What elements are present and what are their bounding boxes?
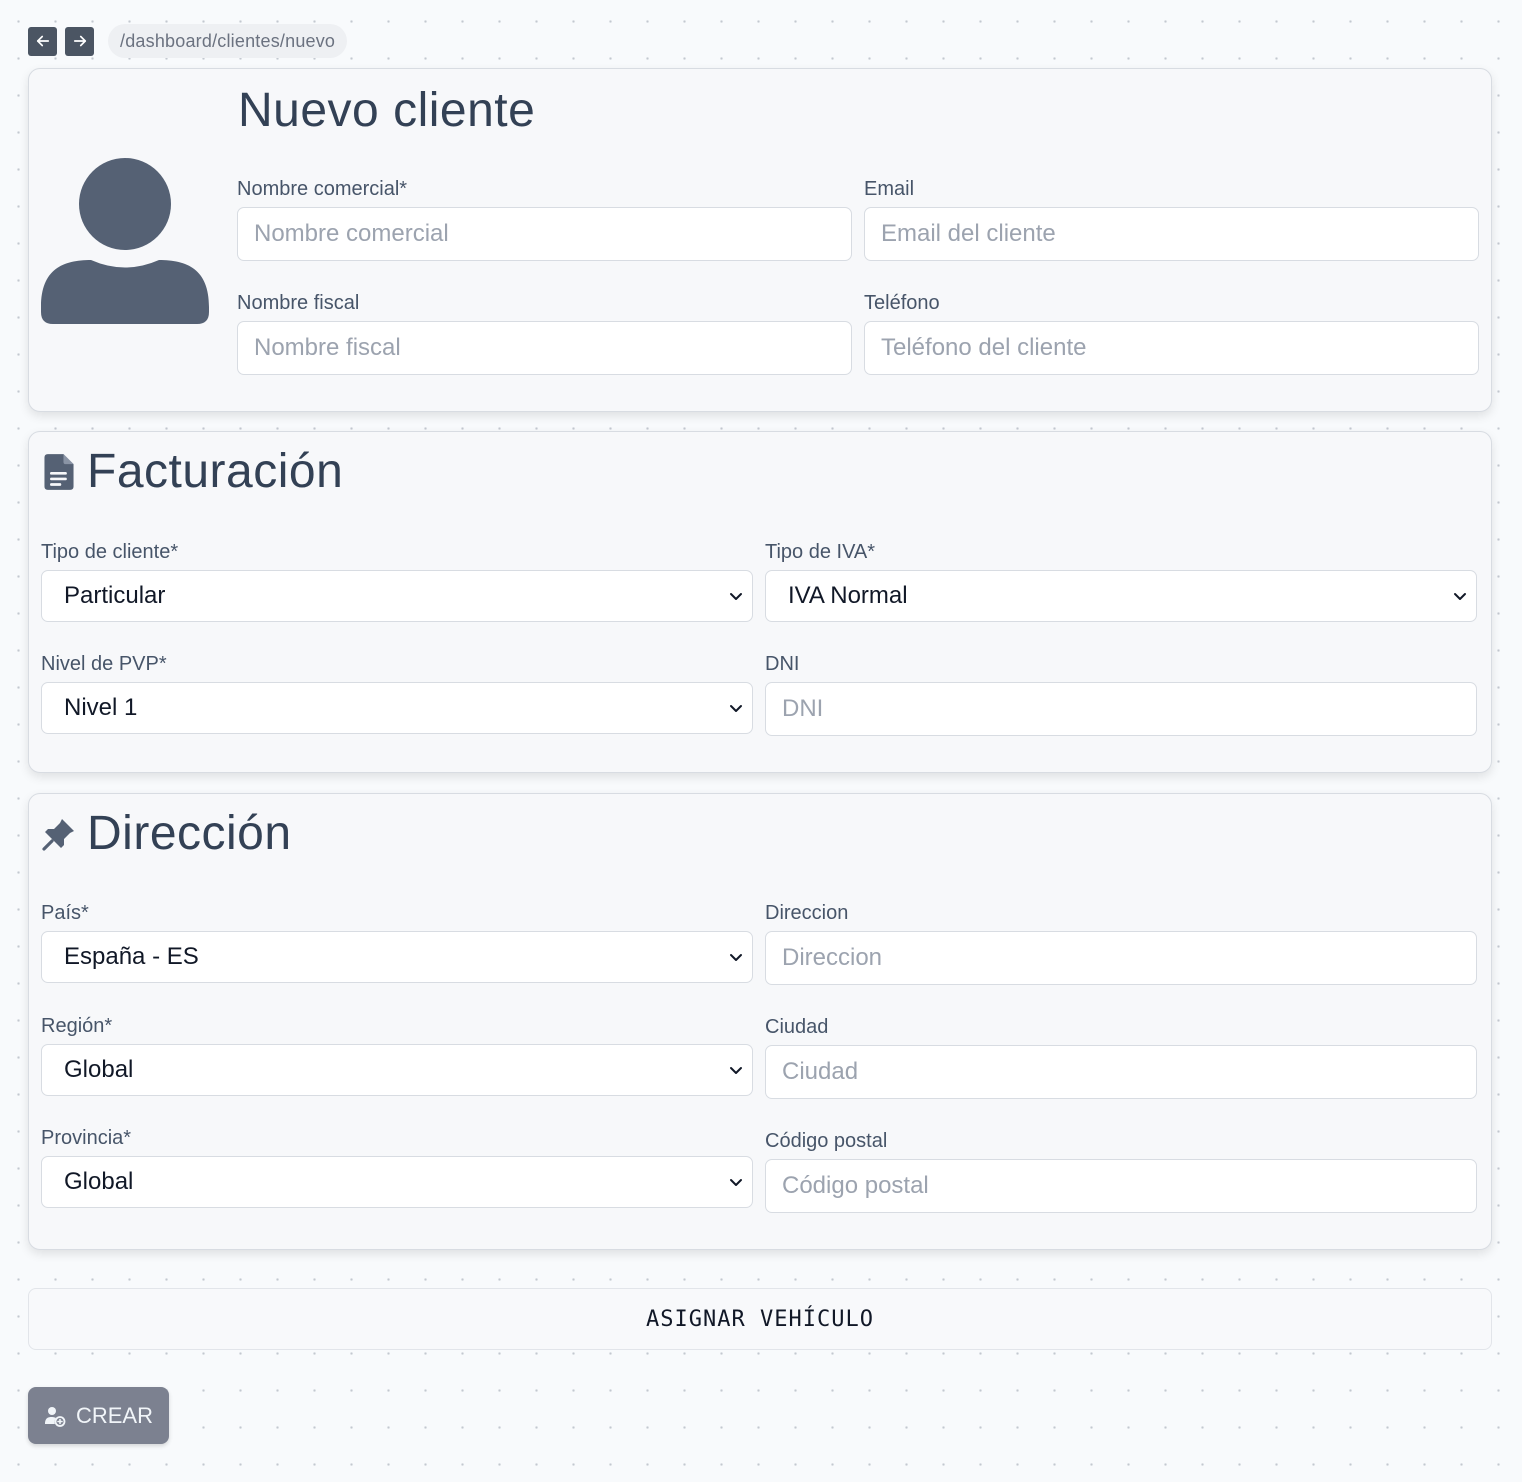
assign-vehicle-label: ASIGNAR VEHÍCULO (646, 1306, 874, 1332)
codigo-postal-group: Código postal (765, 1129, 1477, 1213)
dni-group: DNI (765, 652, 1477, 736)
top-navigation: /dashboard/clientes/nuevo (28, 24, 348, 58)
nombre-fiscal-label: Nombre fiscal (237, 292, 360, 314)
dni-label: DNI (765, 653, 800, 675)
provincia-value: Global (64, 1168, 134, 1195)
address-section-title: Dirección (41, 806, 292, 861)
nombre-comercial-input[interactable] (237, 207, 852, 261)
page-title: Nuevo cliente (238, 84, 536, 137)
user-add-icon (44, 1406, 66, 1427)
nivel-pvp-group: Nivel de PVP* Nivel 1 (41, 652, 753, 734)
nivel-pvp-value: Nivel 1 (64, 694, 138, 721)
chevron-down-icon (1454, 593, 1466, 600)
nombre-comercial-label: Nombre comercial* (237, 178, 408, 200)
provincia-select[interactable]: Global (41, 1156, 753, 1208)
email-label: Email (864, 178, 915, 200)
provincia-group: Provincia* Global (41, 1126, 753, 1208)
ciudad-label: Ciudad (765, 1016, 829, 1038)
create-label: CREAR (75, 1402, 153, 1428)
document-icon (41, 452, 77, 492)
create-button[interactable]: CREAR (28, 1387, 169, 1444)
ciudad-group: Ciudad (765, 1015, 1477, 1099)
email-input[interactable] (864, 207, 1479, 261)
arrow-right-icon (73, 35, 86, 47)
telefono-group: Teléfono (864, 291, 1479, 375)
user-avatar-icon (41, 157, 209, 325)
breadcrumb-path: /dashboard/clientes/nuevo (108, 24, 348, 58)
codigo-postal-label: Código postal (765, 1130, 888, 1152)
back-button[interactable] (28, 26, 57, 56)
address-card: Dirección País* España - ES Direccion Re… (28, 793, 1492, 1250)
tipo-cliente-value: Particular (64, 582, 166, 609)
tipo-cliente-group: Tipo de cliente* Particular (41, 540, 753, 622)
pais-group: País* España - ES (41, 901, 753, 983)
region-group: Región* Global (41, 1014, 753, 1096)
telefono-input[interactable] (864, 321, 1479, 375)
nivel-pvp-select[interactable]: Nivel 1 (41, 682, 753, 734)
direccion-input[interactable] (765, 931, 1477, 985)
dni-input[interactable] (765, 682, 1477, 736)
address-title-text: Dirección (87, 807, 292, 860)
tipo-iva-group: Tipo de IVA* IVA Normal (765, 540, 1477, 622)
chevron-down-icon (730, 705, 742, 712)
pais-label: País* (41, 902, 89, 924)
billing-title-text: Facturación (87, 445, 344, 498)
pais-value: España - ES (64, 943, 199, 970)
client-general-card: Nuevo cliente Nombre comercial* Email No… (28, 68, 1492, 412)
tipo-iva-select[interactable]: IVA Normal (765, 570, 1477, 622)
chevron-down-icon (730, 593, 742, 600)
telefono-label: Teléfono (864, 292, 940, 314)
billing-section-title: Facturación (41, 444, 343, 499)
region-label: Región* (41, 1015, 113, 1037)
chevron-down-icon (730, 1067, 742, 1074)
direccion-group: Direccion (765, 901, 1477, 985)
assign-vehicle-button[interactable]: ASIGNAR VEHÍCULO (28, 1288, 1492, 1350)
tipo-cliente-label: Tipo de cliente* (41, 541, 179, 563)
nombre-fiscal-group: Nombre fiscal (237, 291, 852, 375)
billing-card: Facturación Tipo de cliente* Particular … (28, 431, 1492, 773)
region-value: Global (64, 1056, 134, 1083)
arrow-left-icon (36, 35, 49, 47)
chevron-down-icon (730, 954, 742, 961)
tipo-iva-value: IVA Normal (788, 582, 908, 609)
nombre-fiscal-input[interactable] (237, 321, 852, 375)
tipo-cliente-select[interactable]: Particular (41, 570, 753, 622)
codigo-postal-input[interactable] (765, 1159, 1477, 1213)
forward-button[interactable] (65, 26, 94, 56)
region-select[interactable]: Global (41, 1044, 753, 1096)
direccion-label: Direccion (765, 902, 849, 924)
nivel-pvp-label: Nivel de PVP* (41, 653, 167, 675)
ciudad-input[interactable] (765, 1045, 1477, 1099)
chevron-down-icon (730, 1179, 742, 1186)
nombre-comercial-group: Nombre comercial* (237, 177, 852, 261)
pais-select[interactable]: España - ES (41, 931, 753, 983)
page: /dashboard/clientes/nuevo Nuevo cliente … (0, 0, 1522, 1482)
provincia-label: Provincia* (41, 1127, 132, 1149)
tipo-iva-label: Tipo de IVA* (765, 541, 876, 563)
pushpin-icon (41, 814, 77, 854)
email-group: Email (864, 177, 1479, 261)
